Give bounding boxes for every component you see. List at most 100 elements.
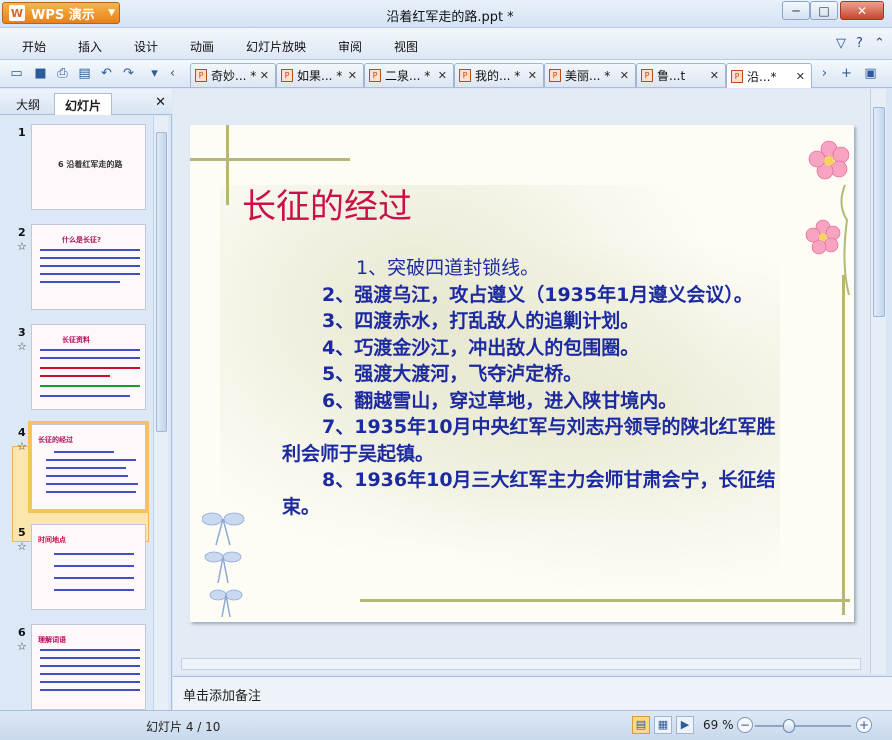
doc-tab-3[interactable]: P 二泉... * ✕ <box>364 63 454 87</box>
menu-animation[interactable]: 动画 <box>190 38 214 55</box>
close-tab-icon[interactable]: ✕ <box>620 69 629 82</box>
menu-insert[interactable]: 插入 <box>78 38 102 55</box>
zoom-in-icon[interactable]: + <box>856 717 872 733</box>
maximize-button[interactable]: □ <box>810 1 838 20</box>
title-bar: W WPS 演示 ▼ 沿着红军走的路.ppt * ─ □ ✕ <box>0 0 892 28</box>
thumb-number: 4 <box>18 426 26 439</box>
slide-thumbnail-5[interactable]: 时间地点 <box>31 524 146 610</box>
thumb-title: 时间地点 <box>38 536 66 544</box>
doc-tab-label: 奇妙... * <box>211 69 257 83</box>
scrollbar-track[interactable] <box>181 658 861 670</box>
list-item: 3、四渡赤水，打乱敌人的追剿计划。 <box>322 310 640 332</box>
menu-design[interactable]: 设计 <box>134 38 158 55</box>
slide-thumbnail-4-selected[interactable]: 长征的经过 <box>28 421 149 513</box>
animation-star-icon: ☆ <box>17 440 27 453</box>
close-tab-icon[interactable]: ✕ <box>528 69 537 82</box>
thumb-title: 长征资料 <box>62 336 90 344</box>
current-slide[interactable]: 长征的经过 1、突破四道封锁线。 2、强渡乌江，攻占遵义（1935年1月遵义会议… <box>190 125 854 622</box>
doc-tab-label: 美丽... * <box>565 69 611 83</box>
list-item: 5、强渡大渡河，飞夺泸定桥。 <box>322 363 583 385</box>
app-name: WPS 演示 <box>31 7 95 23</box>
slide-editor[interactable]: 长征的经过 1、突破四道封锁线。 2、强渡乌江，攻占遵义（1935年1月遵义会议… <box>173 89 876 654</box>
tab-slides[interactable]: 幻灯片 <box>54 93 113 115</box>
settings-icon[interactable]: ▽ <box>836 36 846 51</box>
tab-outline[interactable]: 大纲 <box>6 93 50 115</box>
minimize-button[interactable]: ─ <box>782 1 810 20</box>
normal-view-icon[interactable]: ▤ <box>632 716 650 734</box>
doc-tab-1[interactable]: P 奇妙... * ✕ <box>190 63 276 87</box>
menu-home[interactable]: 开始 <box>22 38 46 55</box>
list-item: 7、1935年10月中央红军与刘志丹领导的陕北红军胜利会师于吴起镇。 <box>282 416 776 465</box>
menu-view[interactable]: 视图 <box>394 38 418 55</box>
slide-thumbnail-3[interactable]: 长征资料 <box>31 324 146 410</box>
redo-icon[interactable]: ↷ <box>120 65 137 82</box>
thumbnail-list: 1 6 沿着红军走的路 2 ☆ 什么是长征? 3 ☆ 长征资料 4 ☆ 长征的经… <box>0 116 152 710</box>
close-tab-icon[interactable]: ✕ <box>710 69 719 82</box>
close-tab-icon[interactable]: ✕ <box>796 70 805 83</box>
status-bar: 幻灯片 4 / 10 ▤ ▦ ▶ 69 % − + <box>0 710 892 740</box>
doc-tab-7-active[interactable]: P 沿...* ✕ <box>726 63 812 88</box>
open-icon[interactable]: ▭ <box>8 65 25 82</box>
pink-flowers-decoration <box>805 140 850 295</box>
tab-list-icon[interactable]: ▣ <box>862 65 879 82</box>
tabs-scroll-right-icon[interactable]: › <box>816 65 833 82</box>
new-tab-icon[interactable]: + <box>838 65 855 82</box>
zoom-slider-knob[interactable] <box>782 719 795 733</box>
slide-thumbnail-2[interactable]: 什么是长征? <box>31 224 146 310</box>
ppt-file-icon: P <box>549 69 561 82</box>
thumb-number: 2 <box>18 226 26 239</box>
notes-pane[interactable]: 单击添加备注 <box>173 676 892 710</box>
window-title: 沿着红军走的路.ppt * <box>386 10 514 25</box>
quick-access-toolbar: ▭ ■ ⎙ ▤ ↶ ↷ ▾ ‹ P 奇妙... * ✕ P 如果... * ✕ … <box>0 60 892 88</box>
editor-vertical-scrollbar[interactable] <box>870 89 886 674</box>
doc-tab-2[interactable]: P 如果... * ✕ <box>276 63 364 87</box>
doc-tab-label: 沿...* <box>747 69 777 84</box>
thumb-number: 1 <box>18 126 26 139</box>
print-icon[interactable]: ⎙ <box>54 65 71 82</box>
slide-sorter-icon[interactable]: ▦ <box>654 716 672 734</box>
animation-star-icon: ☆ <box>17 640 27 653</box>
menu-slideshow[interactable]: 幻灯片放映 <box>246 38 306 55</box>
thumb-number: 5 <box>18 526 26 539</box>
close-tab-icon[interactable]: ✕ <box>348 69 357 82</box>
zoom-level: 69 % <box>703 718 734 732</box>
doc-tab-5[interactable]: P 美丽... * ✕ <box>544 63 636 87</box>
zoom-out-icon[interactable]: − <box>737 717 753 733</box>
doc-tab-label: 我的... * <box>475 69 521 83</box>
help-icon[interactable]: ? <box>856 36 863 51</box>
close-tab-icon[interactable]: ✕ <box>438 69 447 82</box>
menu-review[interactable]: 审阅 <box>338 38 362 55</box>
list-item: 1、突破四道封锁线。 <box>356 257 540 279</box>
minimize-ribbon-icon[interactable]: ⌃ <box>874 36 885 51</box>
app-menu-button[interactable]: W WPS 演示 ▼ <box>2 2 120 24</box>
scrollbar-thumb[interactable] <box>156 132 167 432</box>
doc-tab-6[interactable]: P 鲁...t ✕ <box>636 63 726 87</box>
thumb-number: 6 <box>18 626 26 639</box>
ppt-file-icon: P <box>641 69 653 82</box>
panel-tabs: 大纲 幻灯片 ✕ <box>0 89 172 115</box>
zoom-slider-track[interactable] <box>755 725 851 727</box>
thumb-number: 3 <box>18 326 26 339</box>
vine-decoration-right <box>842 275 845 615</box>
slideshow-icon[interactable]: ▶ <box>676 716 694 734</box>
undo-icon[interactable]: ↶ <box>98 65 115 82</box>
doc-tab-4[interactable]: P 我的... * ✕ <box>454 63 544 87</box>
slide-thumbnail-6[interactable]: 理解词语 <box>31 624 146 710</box>
thumbnail-scrollbar[interactable] <box>153 116 168 710</box>
doc-tab-label: 鲁...t <box>657 69 686 83</box>
list-item: 8、1936年10月三大红军主力会师甘肃会宁，长征结束。 <box>282 469 776 518</box>
close-icon[interactable]: ✕ <box>155 95 166 110</box>
close-button[interactable]: ✕ <box>840 1 884 20</box>
slide-title[interactable]: 长征的经过 <box>242 179 412 228</box>
close-tab-icon[interactable]: ✕ <box>260 69 269 82</box>
slide-body-text[interactable]: 1、突破四道封锁线。 2、强渡乌江，攻占遵义（1935年1月遵义会议）。 3、四… <box>282 255 777 520</box>
toolbar-menu-icon[interactable]: ▾ <box>146 65 163 82</box>
editor-horizontal-scrollbar[interactable] <box>173 654 870 674</box>
tabs-scroll-left-icon[interactable]: ‹ <box>164 65 181 82</box>
slide-thumbnail-1[interactable]: 6 沿着红军走的路 <box>31 124 146 210</box>
print-preview-icon[interactable]: ▤ <box>76 65 93 82</box>
notes-placeholder[interactable]: 单击添加备注 <box>183 685 261 704</box>
scrollbar-thumb[interactable] <box>873 107 885 317</box>
save-icon[interactable]: ■ <box>32 65 49 82</box>
slides-panel: 大纲 幻灯片 ✕ 1 6 沿着红军走的路 2 ☆ 什么是长征? 3 ☆ 长征资料 <box>0 89 172 710</box>
